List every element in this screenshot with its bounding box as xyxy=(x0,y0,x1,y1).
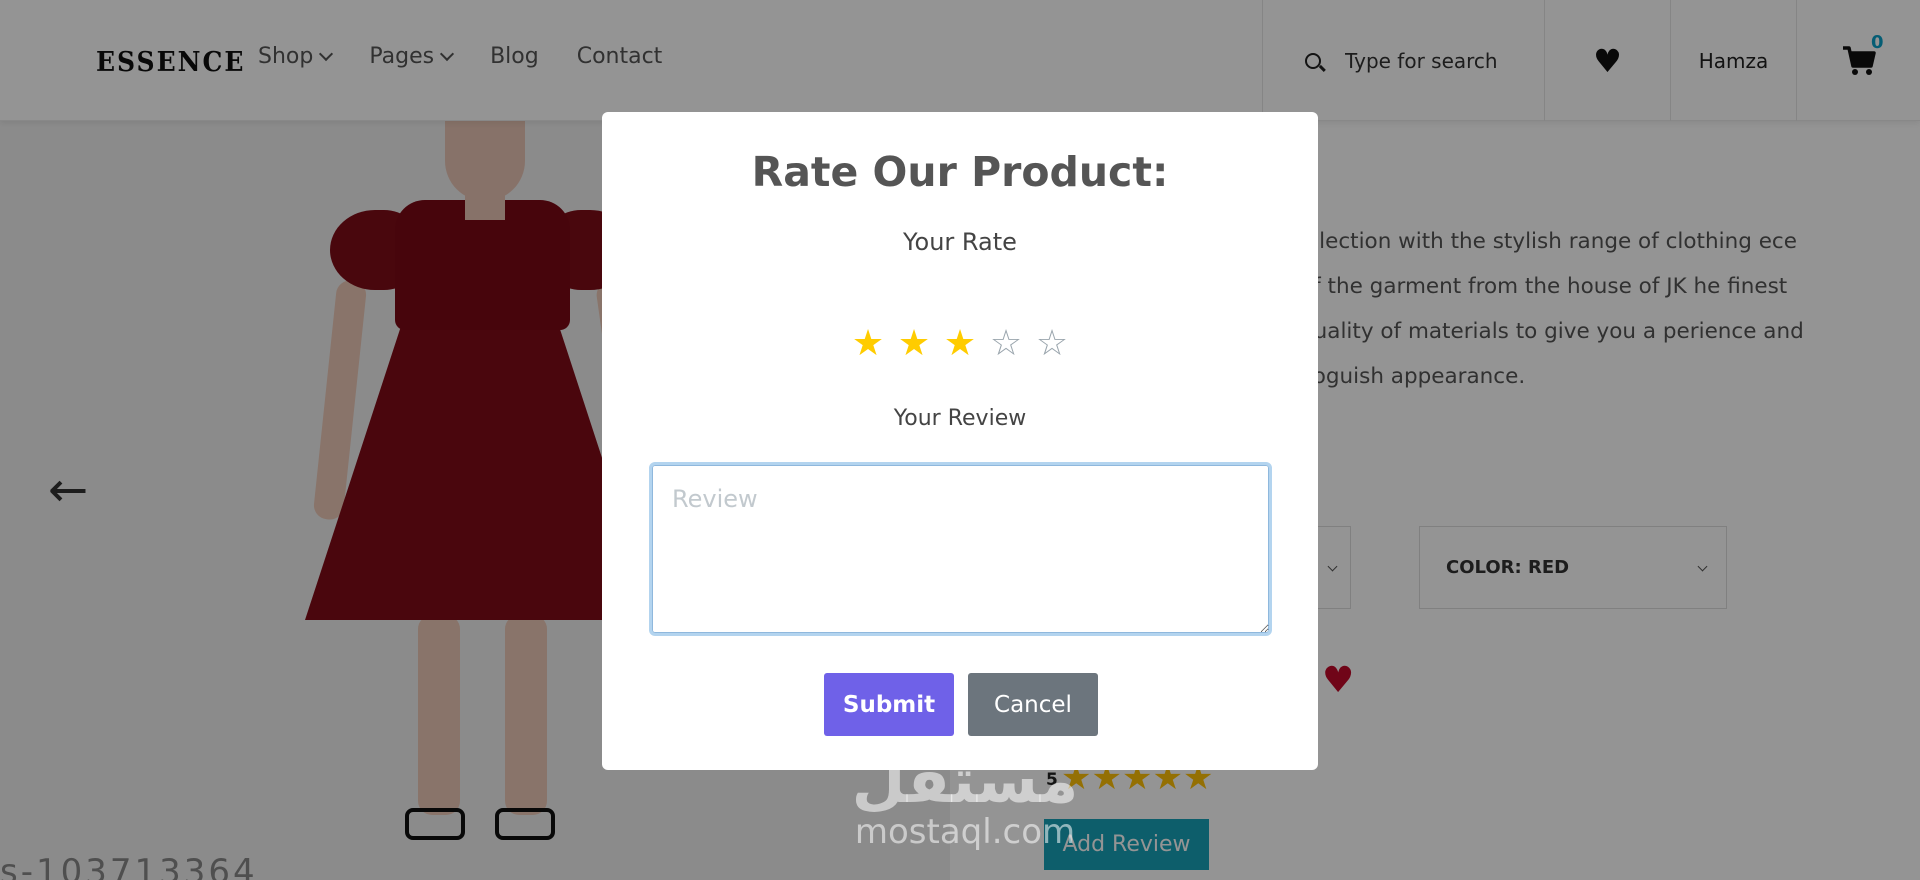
modal-title: Rate Our Product: xyxy=(751,148,1169,196)
review-label: Your Review xyxy=(893,406,1027,431)
star-filled-icon[interactable]: ★ xyxy=(942,326,978,362)
star-filled-icon[interactable]: ★ xyxy=(850,326,886,362)
cancel-button[interactable]: Cancel xyxy=(968,673,1098,736)
star-filled-icon[interactable]: ★ xyxy=(896,326,932,362)
submit-button[interactable]: Submit xyxy=(824,673,954,736)
rating-modal: Rate Our Product: Your Rate ★ ★ ★ ☆ ☆ Your R… xyxy=(602,112,1318,770)
star-empty-icon[interactable]: ☆ xyxy=(988,326,1024,362)
review-textarea[interactable] xyxy=(649,462,1272,636)
watermark-latin: mostaql.com xyxy=(854,812,1076,852)
star-empty-icon[interactable]: ☆ xyxy=(1034,326,1070,362)
rate-label: Your Rate xyxy=(903,228,1017,256)
rating-stars: ★ ★ ★ ☆ ☆ xyxy=(602,326,1318,362)
